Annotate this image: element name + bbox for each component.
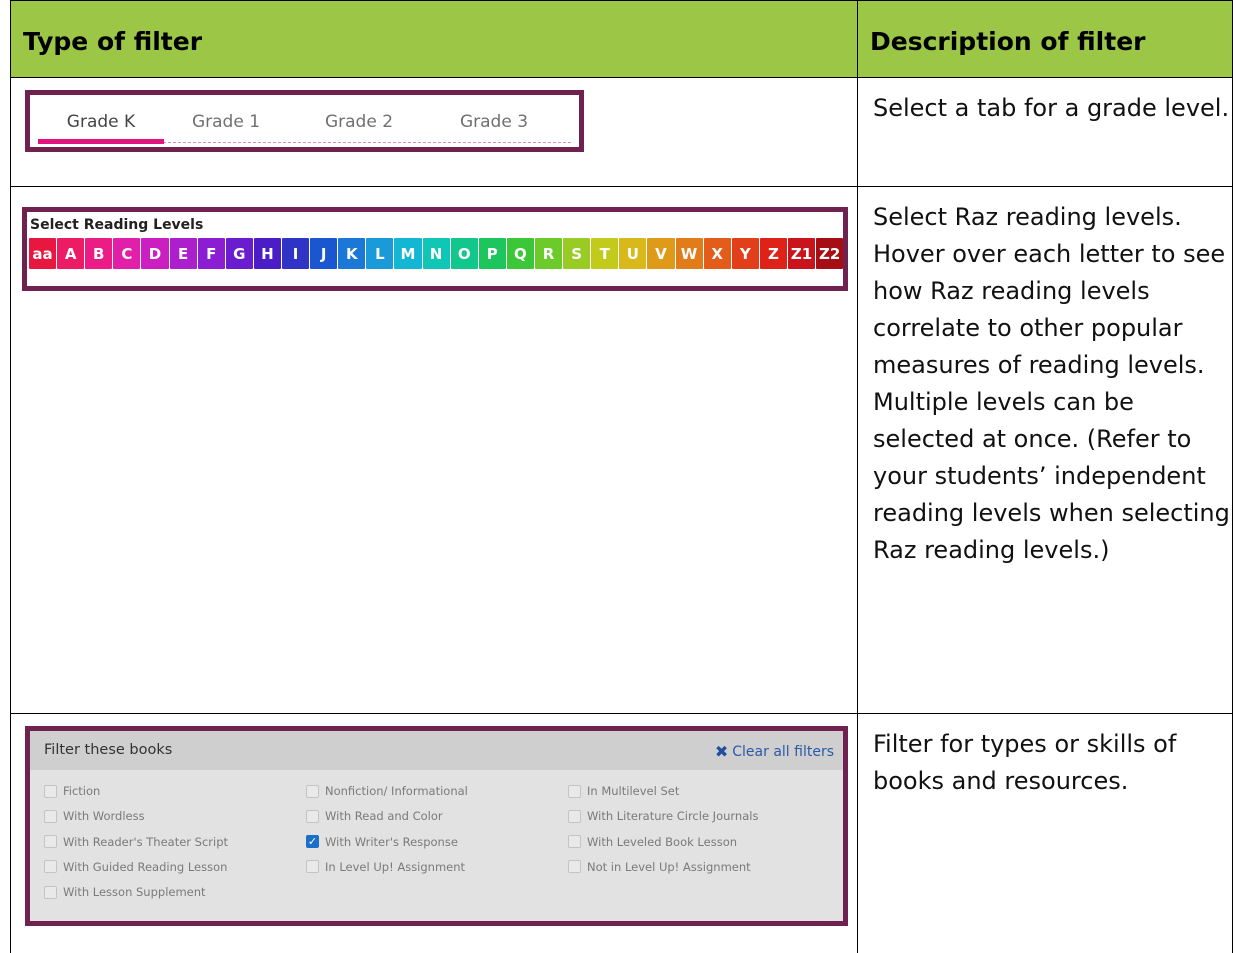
- filter-option[interactable]: In Level Up! Assignment: [306, 857, 465, 877]
- filter-option-label: With Reader's Theater Script: [63, 834, 229, 849]
- row-grade-tabs: Grade K Grade 1 Grade 2 Grade 3 Select a…: [10, 77, 1233, 187]
- filter-guide-table: Type of filter Description of filter Gra…: [10, 0, 1233, 953]
- filter-option[interactable]: With Reader's Theater Script: [44, 832, 228, 852]
- reading-level-t-button[interactable]: T: [591, 238, 619, 269]
- reading-level-z2-button[interactable]: Z2: [816, 238, 844, 269]
- checkbox[interactable]: [306, 860, 319, 874]
- tab-grade-2[interactable]: Grade 2: [309, 105, 409, 142]
- grade-tabs-cell: Grade K Grade 1 Grade 2 Grade 3: [10, 77, 858, 187]
- filter-option[interactable]: With Leveled Book Lesson: [568, 832, 737, 852]
- tab-grade-1[interactable]: Grade 1: [176, 105, 276, 142]
- reading-levels-description-cell: Select Raz reading levels. Hover over ea…: [857, 186, 1233, 714]
- filter-option-label: In Multilevel Set: [587, 784, 680, 798]
- grade-tabs-screenshot: Grade K Grade 1 Grade 2 Grade 3: [25, 90, 584, 152]
- checkbox[interactable]: [568, 835, 581, 849]
- reading-level-i-button[interactable]: I: [281, 238, 310, 269]
- header-type-of-filter: Type of filter: [10, 0, 858, 78]
- reading-levels-screenshot: Select Reading Levels aa A B C D E F G H I J K L M N O P…: [22, 207, 848, 291]
- reading-level-n-button[interactable]: N: [422, 238, 450, 269]
- reading-level-u-button[interactable]: U: [619, 238, 647, 269]
- reading-level-a-button[interactable]: A: [57, 238, 85, 269]
- reading-level-z1-button[interactable]: Z1: [787, 238, 816, 269]
- reading-level-d-button[interactable]: D: [141, 238, 169, 269]
- reading-level-q-button[interactable]: Q: [506, 238, 534, 269]
- checkbox[interactable]: [568, 860, 581, 874]
- filter-option[interactable]: With Wordless: [44, 806, 145, 826]
- reading-level-z-button[interactable]: Z: [759, 238, 787, 269]
- reading-levels-label: Select Reading Levels: [30, 217, 204, 233]
- reading-level-m-button[interactable]: M: [394, 238, 422, 269]
- filter-option[interactable]: In Multilevel Set: [568, 781, 679, 801]
- reading-level-l-button[interactable]: L: [366, 238, 394, 269]
- checkbox[interactable]: [568, 809, 581, 823]
- reading-level-e-button[interactable]: E: [169, 238, 197, 269]
- checkbox[interactable]: [44, 860, 57, 874]
- filter-option-label: With Leveled Book Lesson: [587, 834, 738, 849]
- checkbox[interactable]: [568, 784, 581, 798]
- tab-grade-3[interactable]: Grade 3: [444, 105, 544, 142]
- filter-option-label: With Literature Circle Journals: [587, 809, 759, 824]
- filter-books-description-cell: Filter for types or skills of books and …: [857, 713, 1233, 953]
- header-row: Type of filter Description of filter: [10, 0, 1233, 78]
- reading-level-h-button[interactable]: H: [253, 238, 281, 269]
- checkbox[interactable]: [306, 809, 319, 823]
- filter-option-label: Fiction: [63, 784, 101, 798]
- reading-level-aa-button[interactable]: aa: [29, 238, 57, 269]
- reading-level-p-button[interactable]: P: [478, 238, 506, 269]
- reading-level-r-button[interactable]: R: [534, 238, 563, 269]
- reading-level-f-button[interactable]: F: [197, 238, 225, 269]
- filter-option-label: With Wordless: [63, 809, 145, 824]
- row-reading-levels: Select Reading Levels aa A B C D E F G H I J K L M N O P…: [10, 186, 1233, 714]
- filter-option-label: With Read and Color: [325, 809, 443, 824]
- filter-option[interactable]: Not in Level Up! Assignment: [568, 857, 751, 877]
- reading-level-c-button[interactable]: C: [113, 238, 141, 269]
- clear-all-filters-button[interactable]: ✖ Clear all filters: [715, 742, 834, 761]
- reading-level-j-button[interactable]: J: [310, 238, 338, 269]
- reading-level-o-button[interactable]: O: [450, 238, 478, 269]
- reading-levels-description: Select Raz reading levels. Hover over ea…: [873, 203, 1230, 564]
- close-icon: ✖: [714, 742, 729, 761]
- filter-option[interactable]: Fiction: [44, 781, 100, 801]
- tab-grade-k[interactable]: Grade K: [38, 105, 164, 144]
- checkbox[interactable]: [44, 809, 57, 823]
- filter-option[interactable]: With Lesson Supplement: [44, 882, 206, 902]
- reading-level-x-button[interactable]: X: [703, 238, 731, 269]
- reading-level-g-button[interactable]: G: [225, 238, 253, 269]
- reading-level-w-button[interactable]: W: [675, 238, 703, 269]
- checkbox[interactable]: [306, 784, 319, 798]
- filter-option[interactable]: With Guided Reading Lesson: [44, 857, 227, 877]
- filter-option-label: With Lesson Supplement: [63, 885, 206, 900]
- reading-level-k-button[interactable]: K: [338, 238, 366, 269]
- header-description-of-filter: Description of filter: [857, 0, 1233, 78]
- filter-header: Filter these books ✖ Clear all filters: [30, 731, 843, 770]
- filter-option[interactable]: Nonfiction/ Informational: [306, 781, 468, 801]
- reading-levels-cell: Select Reading Levels aa A B C D E F G H I J K L M N O P…: [10, 186, 858, 714]
- filter-option-label: With Guided Reading Lesson: [63, 859, 228, 874]
- grade-tabs-description: Select a tab for a grade level.: [873, 94, 1230, 122]
- grade-tab-bar: Grade K Grade 1 Grade 2 Grade 3: [38, 105, 571, 144]
- grade-tabs-description-cell: Select a tab for a grade level.: [857, 77, 1233, 187]
- filter-option-label: Not in Level Up! Assignment: [587, 859, 751, 874]
- row-filter-books: Filter these books ✖ Clear all filters F…: [10, 713, 1233, 953]
- reading-level-s-button[interactable]: S: [563, 238, 591, 269]
- checkbox[interactable]: [44, 784, 57, 798]
- filter-books-screenshot: Filter these books ✖ Clear all filters F…: [25, 726, 848, 926]
- filter-books-description: Filter for types or skills of books and …: [873, 730, 1177, 795]
- reading-level-y-button[interactable]: Y: [731, 238, 759, 269]
- filter-title: Filter these books: [44, 742, 173, 758]
- filter-option[interactable]: With Literature Circle Journals: [568, 806, 758, 826]
- checkbox[interactable]: [44, 835, 57, 849]
- checkbox[interactable]: [44, 885, 57, 899]
- clear-all-filters-label: Clear all filters: [732, 743, 834, 760]
- reading-level-v-button[interactable]: V: [647, 238, 675, 269]
- reading-level-b-button[interactable]: B: [85, 238, 113, 269]
- filter-option-label: In Level Up! Assignment: [325, 859, 466, 874]
- filter-option-label: Nonfiction/ Informational: [325, 784, 468, 798]
- filter-books-cell: Filter these books ✖ Clear all filters F…: [10, 713, 858, 953]
- filter-option[interactable]: With Read and Color: [306, 806, 443, 826]
- filter-option-label: With Writer's Response: [325, 834, 458, 849]
- filter-option[interactable]: ✓ With Writer's Response: [306, 832, 458, 852]
- checkbox-checked[interactable]: ✓: [306, 835, 319, 849]
- reading-level-buttons: aa A B C D E F G H I J K L M N O P Q R S T U V W X Y Z Z1 Z2: [29, 238, 844, 269]
